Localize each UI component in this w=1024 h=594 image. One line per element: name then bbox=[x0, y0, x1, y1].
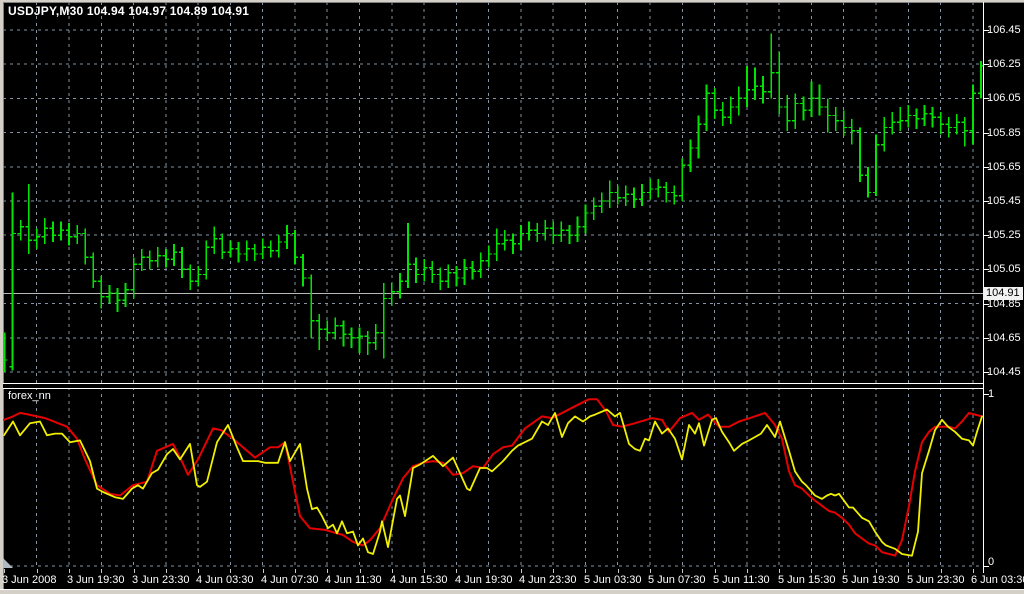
price-axis-label: 106.05 bbox=[987, 92, 1021, 104]
time-tick bbox=[4, 569, 5, 573]
time-axis-label: 5 Jun 11:30 bbox=[713, 574, 770, 586]
time-axis-label: 5 Jun 23:30 bbox=[907, 574, 965, 586]
indicator-canvas[interactable] bbox=[3, 387, 984, 568]
time-axis-label: 4 Jun 15:30 bbox=[390, 574, 448, 586]
time-tick bbox=[198, 569, 199, 573]
time-tick bbox=[844, 569, 845, 573]
time-tick bbox=[585, 569, 586, 573]
time-axis-label: 4 Jun 19:30 bbox=[455, 574, 513, 586]
price-axis-label: 105.05 bbox=[987, 263, 1021, 275]
panel-separator[interactable] bbox=[3, 383, 984, 389]
time-tick bbox=[489, 569, 490, 573]
price-axis-label: 104.65 bbox=[987, 332, 1021, 344]
time-tick bbox=[811, 569, 812, 573]
chart-title: USDJPY,M30 104.94 104.97 104.89 104.91 bbox=[8, 4, 249, 18]
time-tick bbox=[327, 569, 328, 573]
time-tick bbox=[69, 569, 70, 573]
indicator-line-yellow bbox=[4, 410, 982, 556]
indicator-max-label: 1 bbox=[988, 388, 994, 400]
ohlc-bars bbox=[3, 33, 984, 372]
time-tick bbox=[876, 569, 877, 573]
time-tick bbox=[553, 569, 554, 573]
time-tick bbox=[230, 569, 231, 573]
time-axis-label: 3 Jun 2008 bbox=[2, 574, 56, 586]
time-axis-label: 3 Jun 23:30 bbox=[132, 574, 190, 586]
time-axis-label: 4 Jun 03:30 bbox=[196, 574, 254, 586]
time-tick bbox=[779, 569, 780, 573]
time-tick bbox=[521, 569, 522, 573]
time-tick bbox=[134, 569, 135, 573]
chart-window: USDJPY,M30 104.94 104.97 104.89 104.91 f… bbox=[0, 0, 1024, 594]
current-price-label: 104.91 bbox=[983, 287, 1023, 300]
indicator-min-label: 0 bbox=[988, 556, 994, 568]
main-grid bbox=[3, 2, 983, 384]
time-axis-label: 5 Jun 07:30 bbox=[648, 574, 706, 586]
price-axis-label: 106.25 bbox=[987, 58, 1021, 70]
time-tick bbox=[101, 569, 102, 573]
time-tick bbox=[908, 569, 909, 573]
time-tick bbox=[715, 569, 716, 573]
price-axis-label: 104.45 bbox=[987, 366, 1021, 378]
time-tick bbox=[295, 569, 296, 573]
price-axis-label: 106.45 bbox=[987, 24, 1021, 36]
price-axis-label: 105.45 bbox=[987, 195, 1021, 207]
time-tick bbox=[973, 569, 974, 573]
time-tick bbox=[360, 569, 361, 573]
time-tick bbox=[941, 569, 942, 573]
time-tick bbox=[682, 569, 683, 573]
time-tick bbox=[166, 569, 167, 573]
time-axis-label: 5 Jun 03:30 bbox=[584, 574, 642, 586]
time-axis-label: 5 Jun 15:30 bbox=[778, 574, 836, 586]
window-bottom-frame bbox=[0, 589, 1024, 594]
time-axis-label: 5 Jun 19:30 bbox=[842, 574, 900, 586]
price-axis-label: 105.65 bbox=[987, 161, 1021, 173]
time-axis-label: 6 Jun 03:30 bbox=[971, 574, 1024, 586]
price-axis-label: 105.85 bbox=[987, 127, 1021, 139]
time-axis-label: 3 Jun 19:30 bbox=[67, 574, 125, 586]
time-tick bbox=[263, 569, 264, 573]
indicator-name-label: forex_nn bbox=[8, 390, 51, 402]
time-axis-label: 4 Jun 07:30 bbox=[261, 574, 319, 586]
time-tick bbox=[456, 569, 457, 573]
time-tick bbox=[650, 569, 651, 573]
indicator-corner-marker bbox=[3, 558, 13, 568]
time-tick bbox=[424, 569, 425, 573]
time-axis-label: 4 Jun 23:30 bbox=[519, 574, 577, 586]
main-chart-canvas[interactable] bbox=[3, 2, 984, 384]
time-tick bbox=[618, 569, 619, 573]
indicator-line-red bbox=[4, 399, 982, 556]
time-tick bbox=[392, 569, 393, 573]
time-axis-label: 4 Jun 11:30 bbox=[325, 574, 382, 586]
price-axis-label: 105.25 bbox=[987, 229, 1021, 241]
time-tick bbox=[37, 569, 38, 573]
time-tick bbox=[747, 569, 748, 573]
